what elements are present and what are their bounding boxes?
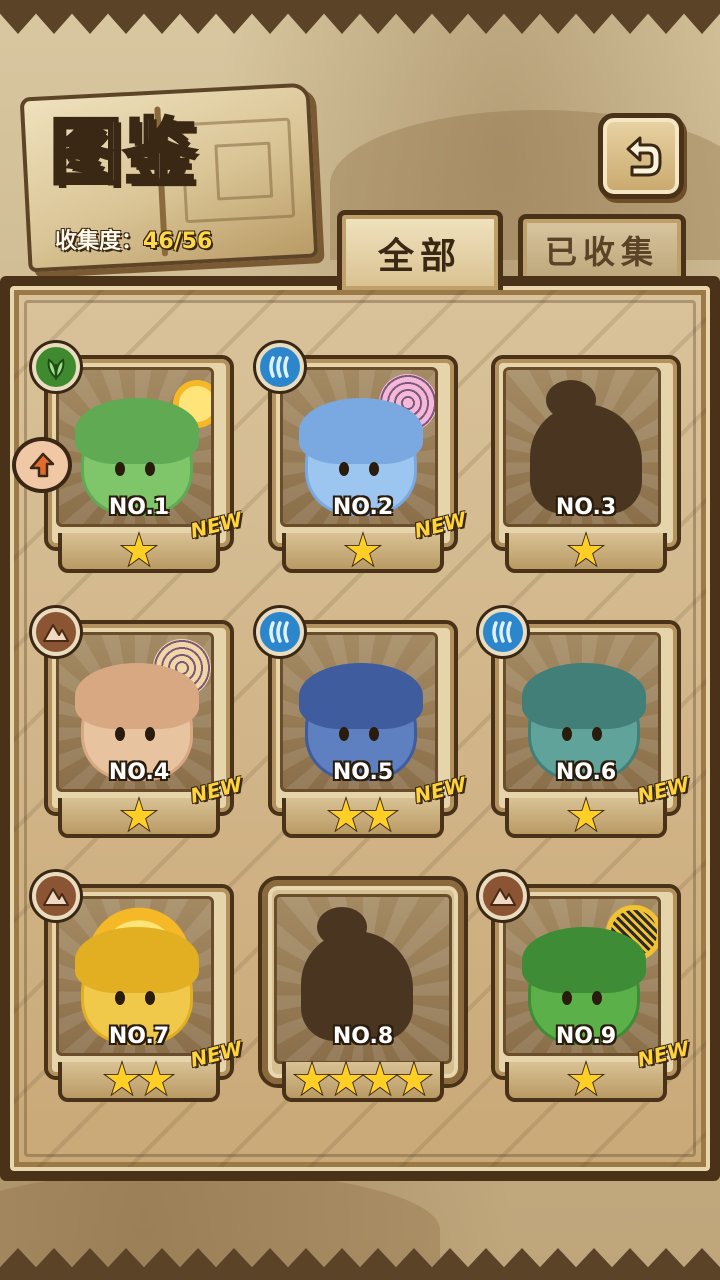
water-element-icon <box>269 621 289 643</box>
star-icon <box>326 1060 366 1097</box>
silhouette-head <box>546 380 596 420</box>
element-badge <box>32 343 80 391</box>
water-element-icon <box>269 356 289 378</box>
card-rarity <box>282 1060 444 1102</box>
star-icon <box>119 531 159 568</box>
leaf-element-icon <box>47 358 65 381</box>
card-number: NO.3 <box>555 495 617 520</box>
creature-eye <box>145 462 155 476</box>
element-badge <box>32 872 80 920</box>
collection-card[interactable]: NO.9 NEW <box>479 872 691 1106</box>
element-badge <box>32 608 80 656</box>
star-icon <box>360 796 400 833</box>
page-title: 图鉴 <box>48 109 199 194</box>
star-icon <box>343 531 383 568</box>
collection-label: 收集度： <box>55 229 144 254</box>
rarity-stars <box>119 531 159 568</box>
earth-element-icon <box>43 888 69 906</box>
rarity-stars <box>343 531 383 568</box>
creature-eye <box>115 991 125 1005</box>
favorite-marker-icon <box>29 452 55 478</box>
collection-card[interactable]: NO.4 NEW <box>32 608 244 842</box>
back-arrow-icon <box>626 136 662 177</box>
element-badge <box>256 343 304 391</box>
star-icon <box>566 796 606 833</box>
earth-element-icon <box>43 624 69 642</box>
rarity-stars <box>292 1060 434 1097</box>
creature-hair <box>75 663 199 729</box>
collection-card[interactable]: NO.2 NEW <box>256 343 468 577</box>
star-icon <box>394 1060 434 1097</box>
earth-element-icon <box>490 888 516 906</box>
star-icon <box>326 796 366 833</box>
rarity-stars <box>566 531 606 568</box>
star-icon <box>292 1060 332 1097</box>
creature-hair <box>522 663 646 729</box>
rarity-stars <box>326 796 400 833</box>
creature-hair <box>299 398 423 464</box>
back-button[interactable] <box>598 113 684 199</box>
creature-eye <box>592 991 602 1005</box>
rarity-stars <box>566 1060 606 1097</box>
collection-card[interactable]: NO.1 NEW <box>12 343 244 577</box>
creature-eye <box>562 991 572 1005</box>
creature-eye <box>145 991 155 1005</box>
creature-hair <box>522 927 646 993</box>
rarity-stars <box>102 1060 176 1097</box>
creature-eye <box>115 462 125 476</box>
creature-eye <box>339 727 349 741</box>
silhouette-head <box>317 907 367 947</box>
element-badge <box>479 608 527 656</box>
collection-card[interactable]: NO.6 NEW <box>479 608 691 842</box>
creature-eye <box>592 727 602 741</box>
creature-eye <box>115 727 125 741</box>
star-icon <box>360 1060 400 1097</box>
encyclopedia-screen: 图鉴 收集度：46/56 全部 已收集 NO.1 NEW NO.2 NEW NO.3 NO… <box>0 0 720 1280</box>
creature-hair <box>75 927 199 993</box>
element-badge <box>256 608 304 656</box>
star-icon <box>566 531 606 568</box>
torn-edge-top <box>0 0 720 34</box>
collection-card[interactable]: NO.8 <box>258 876 468 1106</box>
collection-progress: 收集度：46/56 <box>55 223 212 255</box>
star-icon <box>136 1060 176 1097</box>
rarity-stars <box>119 796 159 833</box>
water-element-icon <box>492 621 512 643</box>
tab-collected[interactable]: 已收集 <box>518 214 686 280</box>
card-number: NO.8 <box>332 1024 394 1049</box>
rarity-stars <box>566 796 606 833</box>
collection-card[interactable]: NO.3 <box>491 355 681 577</box>
star-icon <box>566 1060 606 1097</box>
creature-eye <box>369 462 379 476</box>
collection-card[interactable]: NO.7 NEW <box>32 872 244 1106</box>
card-rarity <box>505 531 667 573</box>
favorite-marker[interactable] <box>12 437 72 493</box>
creature-eye <box>562 727 572 741</box>
tab-all[interactable]: 全部 <box>337 210 503 290</box>
creature-eye <box>369 727 379 741</box>
star-icon <box>119 796 159 833</box>
star-icon <box>102 1060 142 1097</box>
creature-eye <box>339 462 349 476</box>
creature-eye <box>145 727 155 741</box>
collection-card[interactable]: NO.5 NEW <box>256 608 468 842</box>
creature-hair <box>75 398 199 464</box>
creature-hair <box>299 663 423 729</box>
element-badge <box>479 872 527 920</box>
collection-count: 46/56 <box>143 229 213 254</box>
